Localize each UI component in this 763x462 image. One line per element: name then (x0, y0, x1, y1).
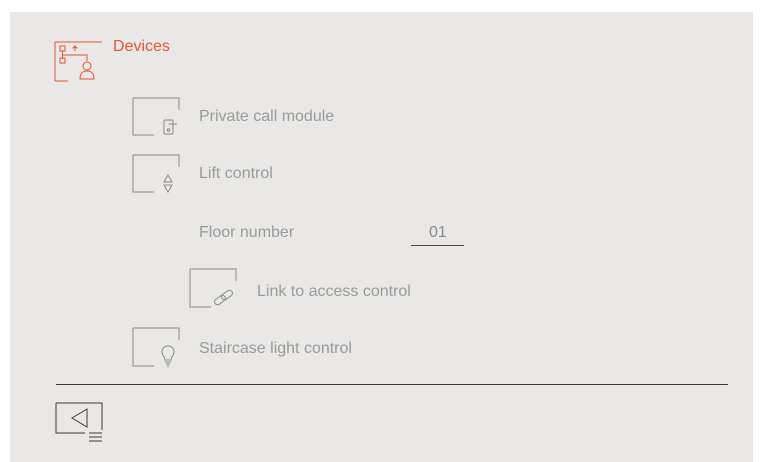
link-access-control-label: Link to access control (257, 283, 411, 300)
staircase-light-control-label: Staircase light control (199, 340, 352, 357)
up-down-arrows-icon (132, 154, 180, 194)
light-bulb-icon (132, 327, 180, 370)
door-handle-icon (132, 97, 180, 136)
back-button[interactable] (55, 402, 105, 442)
floor-number-field[interactable]: 01 (411, 217, 464, 247)
devices-icon (54, 41, 102, 83)
link-access-control-toggle[interactable]: Link to access control (189, 268, 439, 309)
floor-number-value: 01 (429, 224, 447, 241)
lift-control-toggle[interactable]: Lift control (132, 154, 332, 195)
staircase-light-control-toggle[interactable]: Staircase light control (132, 327, 392, 370)
devices-screen: Devices Private call module Lift control… (10, 12, 753, 462)
footer-divider (56, 384, 728, 385)
chain-link-icon (189, 268, 237, 309)
floor-number-underline (411, 245, 464, 246)
back-menu-icon (55, 402, 105, 442)
page-title: Devices (113, 38, 170, 55)
floor-number-label: Floor number (199, 224, 295, 241)
lift-control-label: Lift control (199, 165, 273, 182)
private-call-module-label: Private call module (199, 108, 335, 125)
private-call-module-toggle[interactable]: Private call module (132, 97, 362, 138)
